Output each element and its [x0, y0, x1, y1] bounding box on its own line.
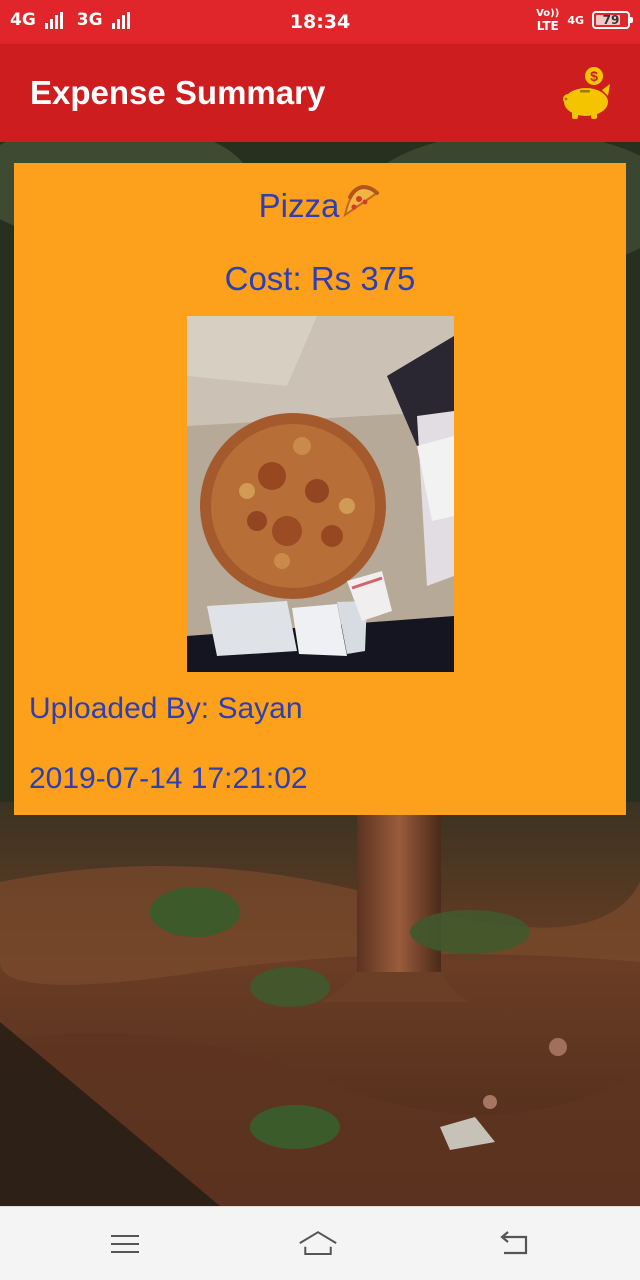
- expense-datetime: 2019-07-14 17:21:02: [29, 762, 308, 795]
- network-type-3: 4G: [567, 13, 584, 27]
- expense-cost: Cost: Rs 375: [224, 260, 416, 297]
- app-bar: Expense Summary $: [0, 44, 640, 142]
- battery-icon: 79: [592, 11, 633, 29]
- svg-text:$: $: [590, 68, 598, 84]
- expense-item-name: Pizza: [258, 187, 340, 224]
- expense-item-title: Pizza: [14, 185, 626, 225]
- volte-indicator: Vo)) LTE: [536, 8, 559, 32]
- status-right: Vo)) LTE 4G 79: [536, 8, 633, 32]
- expense-photo[interactable]: [187, 316, 454, 672]
- home-icon[interactable]: [298, 1227, 338, 1261]
- battery-level: 79: [602, 13, 620, 27]
- menu-icon[interactable]: [105, 1227, 145, 1261]
- expense-uploader: Uploaded By: Sayan: [29, 692, 303, 725]
- piggy-bank-coin-icon[interactable]: $: [558, 64, 618, 120]
- pizza-slice-icon: [343, 185, 380, 218]
- page-title: Expense Summary: [30, 74, 326, 111]
- system-nav-bar: [0, 1206, 640, 1280]
- status-bar: 4G 3G 18:34 Vo)) LTE 4G 79: [0, 0, 640, 44]
- back-icon[interactable]: [494, 1227, 534, 1261]
- expense-card[interactable]: Pizza Cost: Rs 375 Uploaded By: Sayan 20…: [14, 163, 626, 815]
- expense-summary-screen: 4G 3G 18:34 Vo)) LTE 4G 79 Expense Summa…: [0, 0, 640, 1280]
- lte-label: LTE: [536, 19, 559, 33]
